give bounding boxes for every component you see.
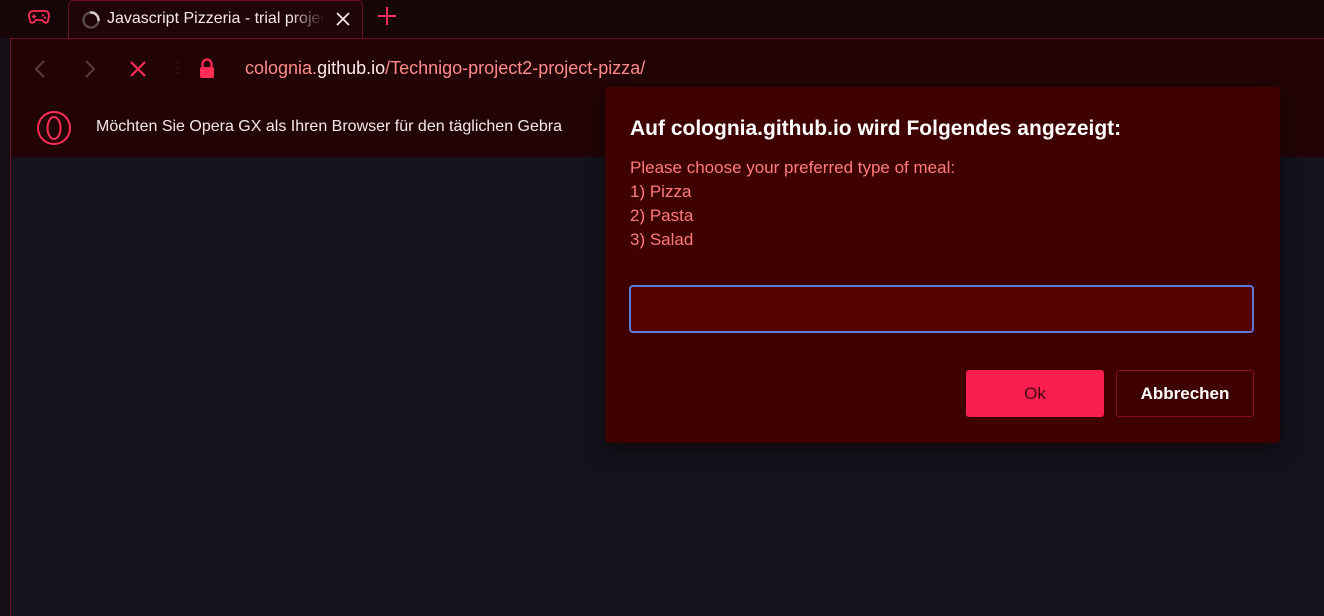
plus-icon[interactable] [376, 5, 398, 27]
ok-button[interactable]: Ok [966, 370, 1104, 417]
close-icon[interactable] [333, 9, 353, 29]
loading-spinner-icon [82, 11, 100, 29]
cancel-button[interactable]: Abbrechen [1116, 370, 1254, 417]
infobar-message: Möchten Sie Opera GX als Ihren Browser f… [96, 118, 563, 135]
toolbar-separator: ⋮ [171, 59, 185, 75]
dialog-title: Auf colognia.github.io wird Folgendes an… [630, 117, 1122, 140]
dialog-message-line: 3) Salad [630, 230, 694, 249]
lock-icon[interactable] [197, 57, 217, 81]
url-field[interactable]: colognia.github.io/Technigo-project2-pro… [245, 58, 645, 79]
url-path: /Technigo-project2-project-pizza/ [385, 58, 646, 78]
opera-logo-icon [37, 111, 71, 145]
prompt-input[interactable] [629, 285, 1254, 333]
url-host-main: github.io [317, 58, 386, 78]
prompt-dialog: Auf colognia.github.io wird Folgendes an… [605, 87, 1280, 443]
dialog-message-line: 2) Pasta [630, 206, 694, 225]
tab-strip: Javascript Pizzeria - trial project [0, 0, 1324, 38]
dialog-message: Please choose your preferred type of mea… [630, 156, 955, 252]
dialog-message-line: Please choose your preferred type of mea… [630, 158, 956, 177]
tab-title: Javascript Pizzeria - trial project [107, 10, 325, 27]
browser-window: Javascript Pizzeria - trial project ⋮ co… [0, 0, 1324, 616]
dialog-message-line: 1) Pizza [630, 182, 692, 201]
url-host-prefix: colognia. [245, 58, 318, 78]
stop-x-icon[interactable] [128, 58, 148, 80]
tab-active[interactable]: Javascript Pizzeria - trial project [68, 0, 363, 38]
gamepad-icon[interactable] [22, 6, 56, 28]
chevron-left-icon[interactable] [31, 58, 51, 80]
chevron-right-icon[interactable] [79, 58, 99, 80]
